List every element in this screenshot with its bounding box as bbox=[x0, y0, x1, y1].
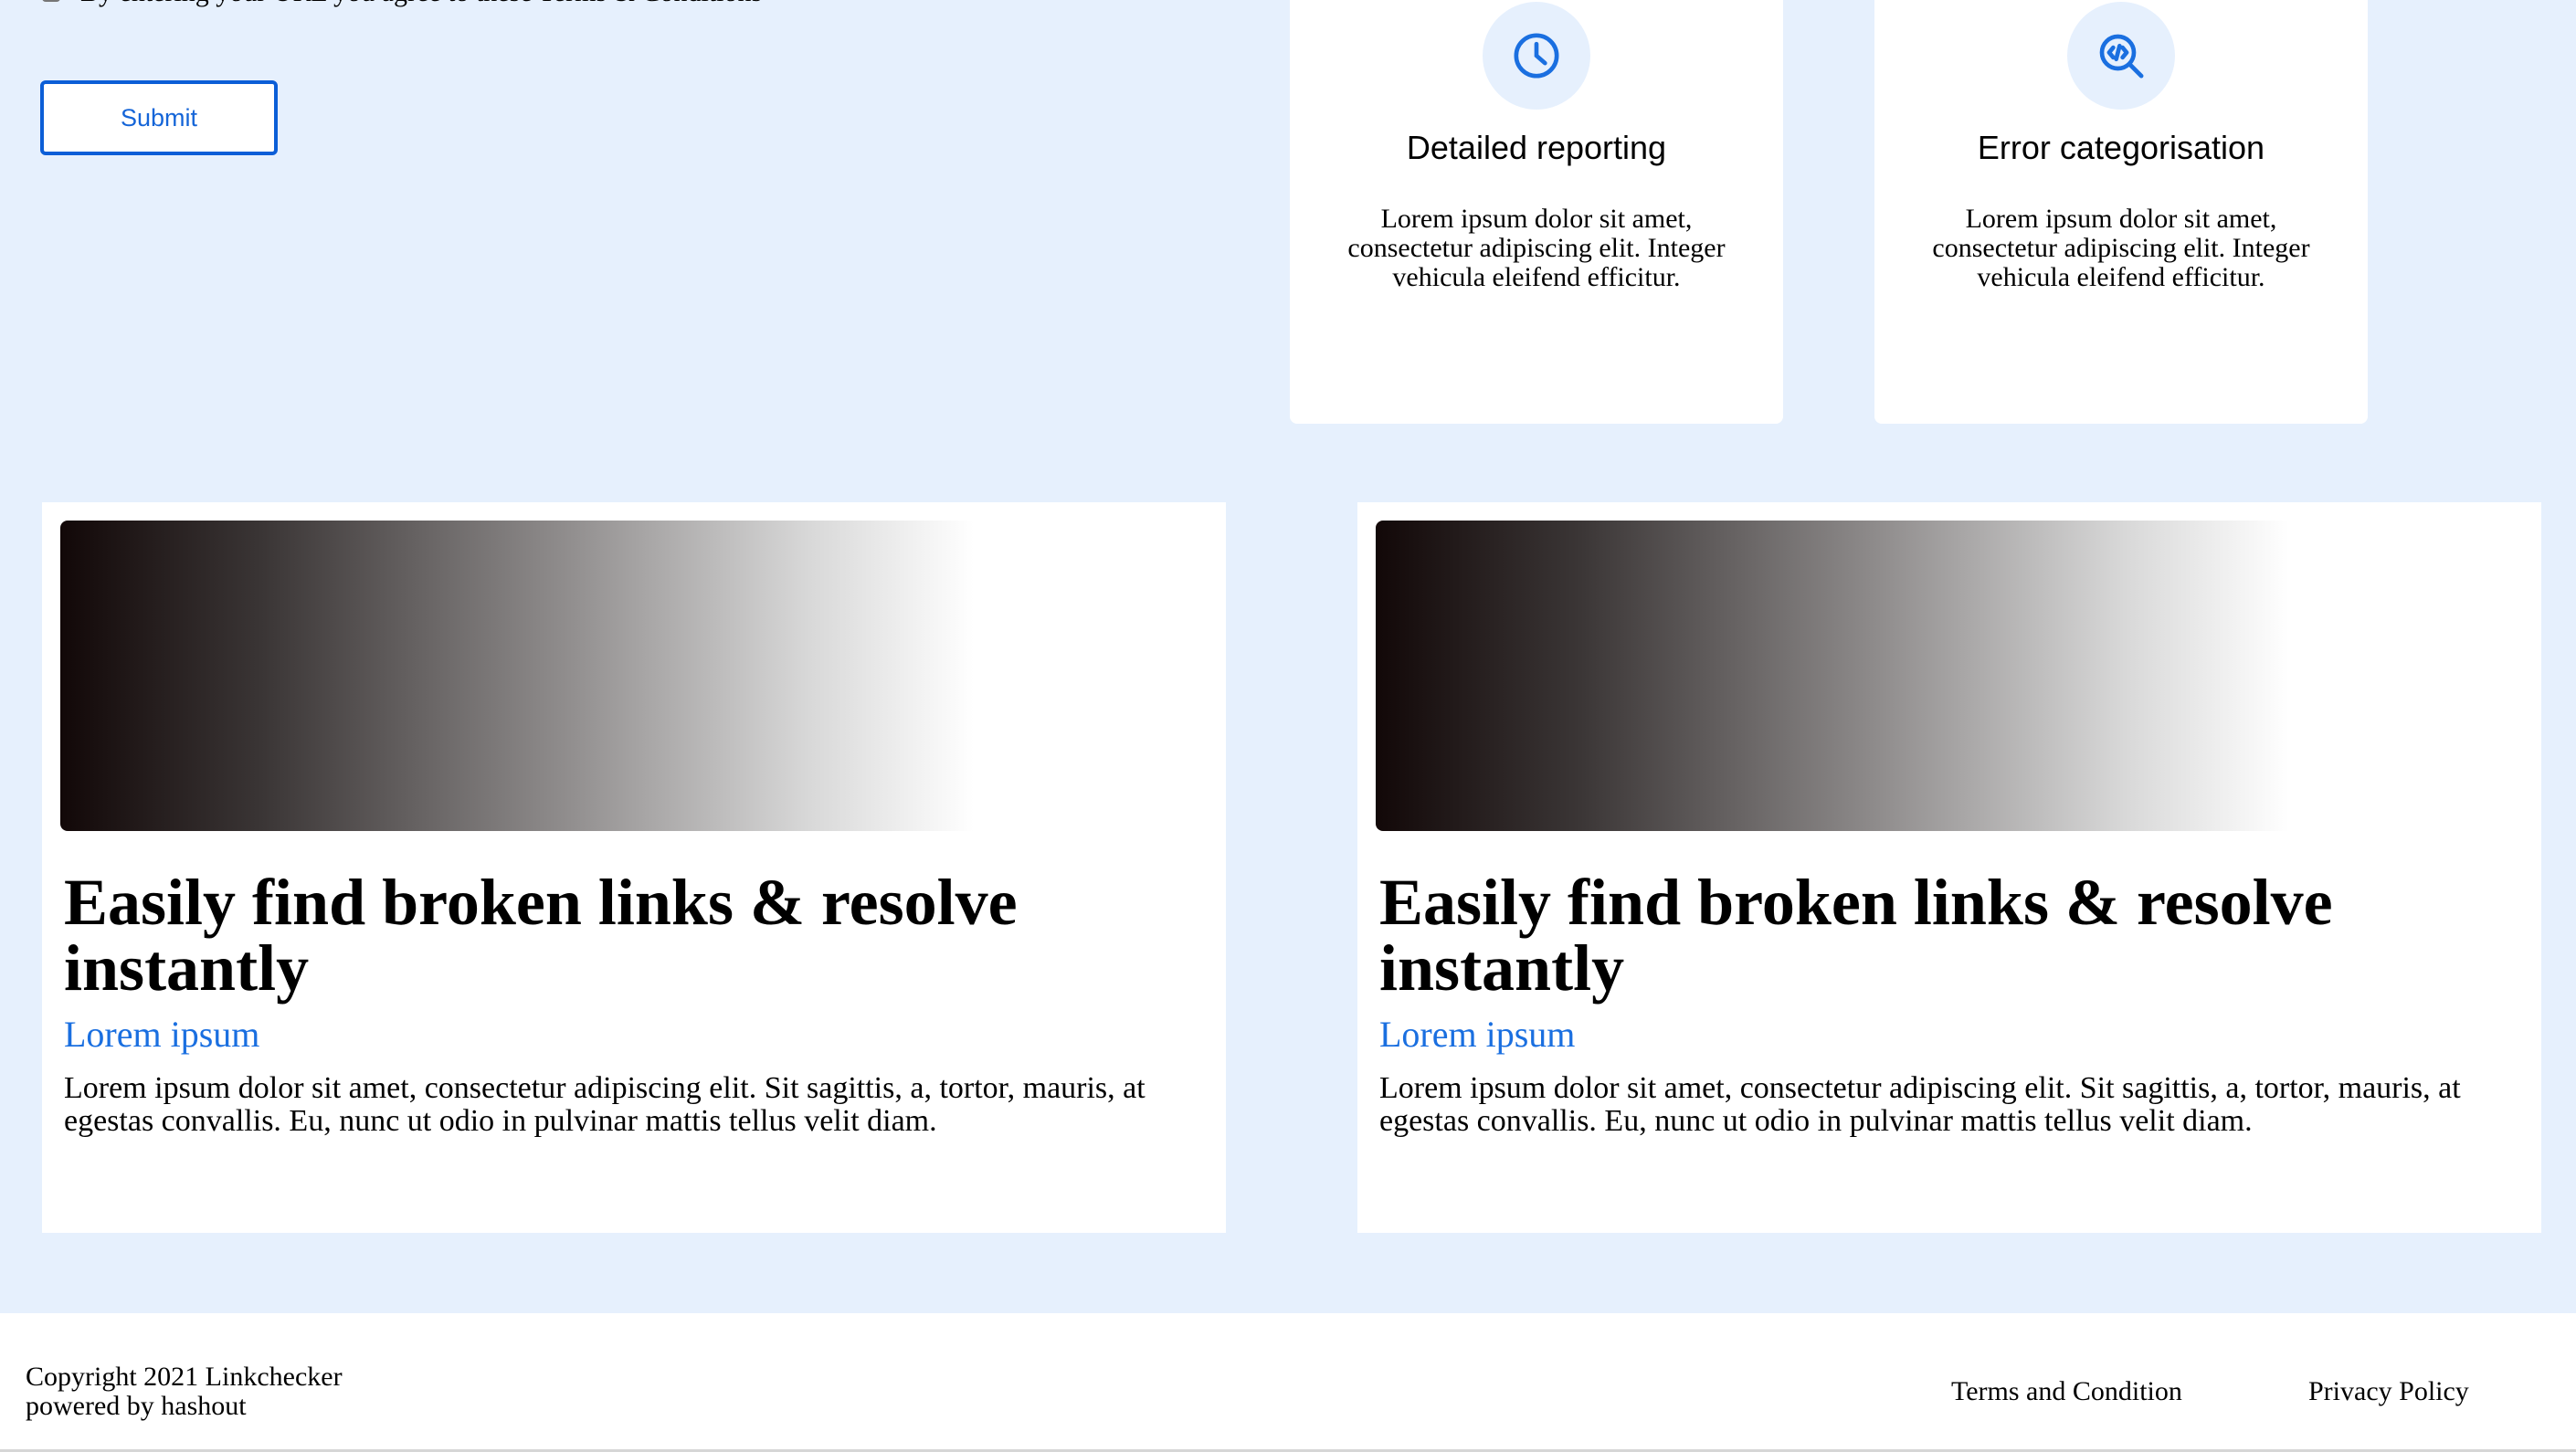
feature-description: Lorem ipsum dolor sit amet, consectetur … bbox=[1347, 204, 1726, 292]
terms-link[interactable]: Terms and Condition bbox=[1951, 1375, 2182, 1408]
footer-copyright-block: Copyright 2021 Linkchecker powered by ha… bbox=[26, 1363, 343, 1421]
feature-title: Error categorisation bbox=[1977, 129, 2265, 166]
feature-card-reporting: Detailed reporting Lorem ipsum dolor sit… bbox=[1290, 0, 1783, 424]
article-title: Easily find broken links & resolve insta… bbox=[64, 866, 1018, 1005]
terms-agreement-row: By entering your URL you agree to these … bbox=[42, 0, 762, 9]
clock-icon bbox=[1483, 2, 1590, 110]
feature-title: Detailed reporting bbox=[1406, 129, 1667, 166]
article-title: Easily find broken links & resolve insta… bbox=[1379, 866, 2333, 1005]
feature-description: Lorem ipsum dolor sit amet, consectetur … bbox=[1932, 204, 2310, 292]
article-body: Lorem ipsum dolor sit amet, consectetur … bbox=[64, 1071, 1145, 1138]
footer: Copyright 2021 Linkchecker powered by ha… bbox=[0, 1313, 2576, 1452]
article-card: Easily find broken links & resolve insta… bbox=[42, 502, 1226, 1233]
article-hero-image bbox=[60, 521, 974, 831]
terms-label: By entering your URL you agree to these … bbox=[80, 0, 762, 9]
code-search-icon bbox=[2067, 2, 2175, 110]
copyright-text: Copyright 2021 Linkchecker bbox=[26, 1362, 343, 1392]
article-subtitle-link[interactable]: Lorem ipsum bbox=[64, 1014, 259, 1056]
powered-by-text: powered by hashout bbox=[26, 1391, 247, 1421]
privacy-policy-link[interactable]: Privacy Policy bbox=[2308, 1375, 2469, 1408]
feature-card-errors: Error categorisation Lorem ipsum dolor s… bbox=[1874, 0, 2368, 424]
terms-checkbox[interactable] bbox=[42, 0, 60, 2]
article-body: Lorem ipsum dolor sit amet, consectetur … bbox=[1379, 1071, 2461, 1138]
article-hero-image bbox=[1376, 521, 2289, 831]
article-subtitle-link[interactable]: Lorem ipsum bbox=[1379, 1014, 1575, 1056]
submit-button[interactable]: Submit bbox=[40, 80, 278, 155]
article-card: Easily find broken links & resolve insta… bbox=[1357, 502, 2541, 1233]
